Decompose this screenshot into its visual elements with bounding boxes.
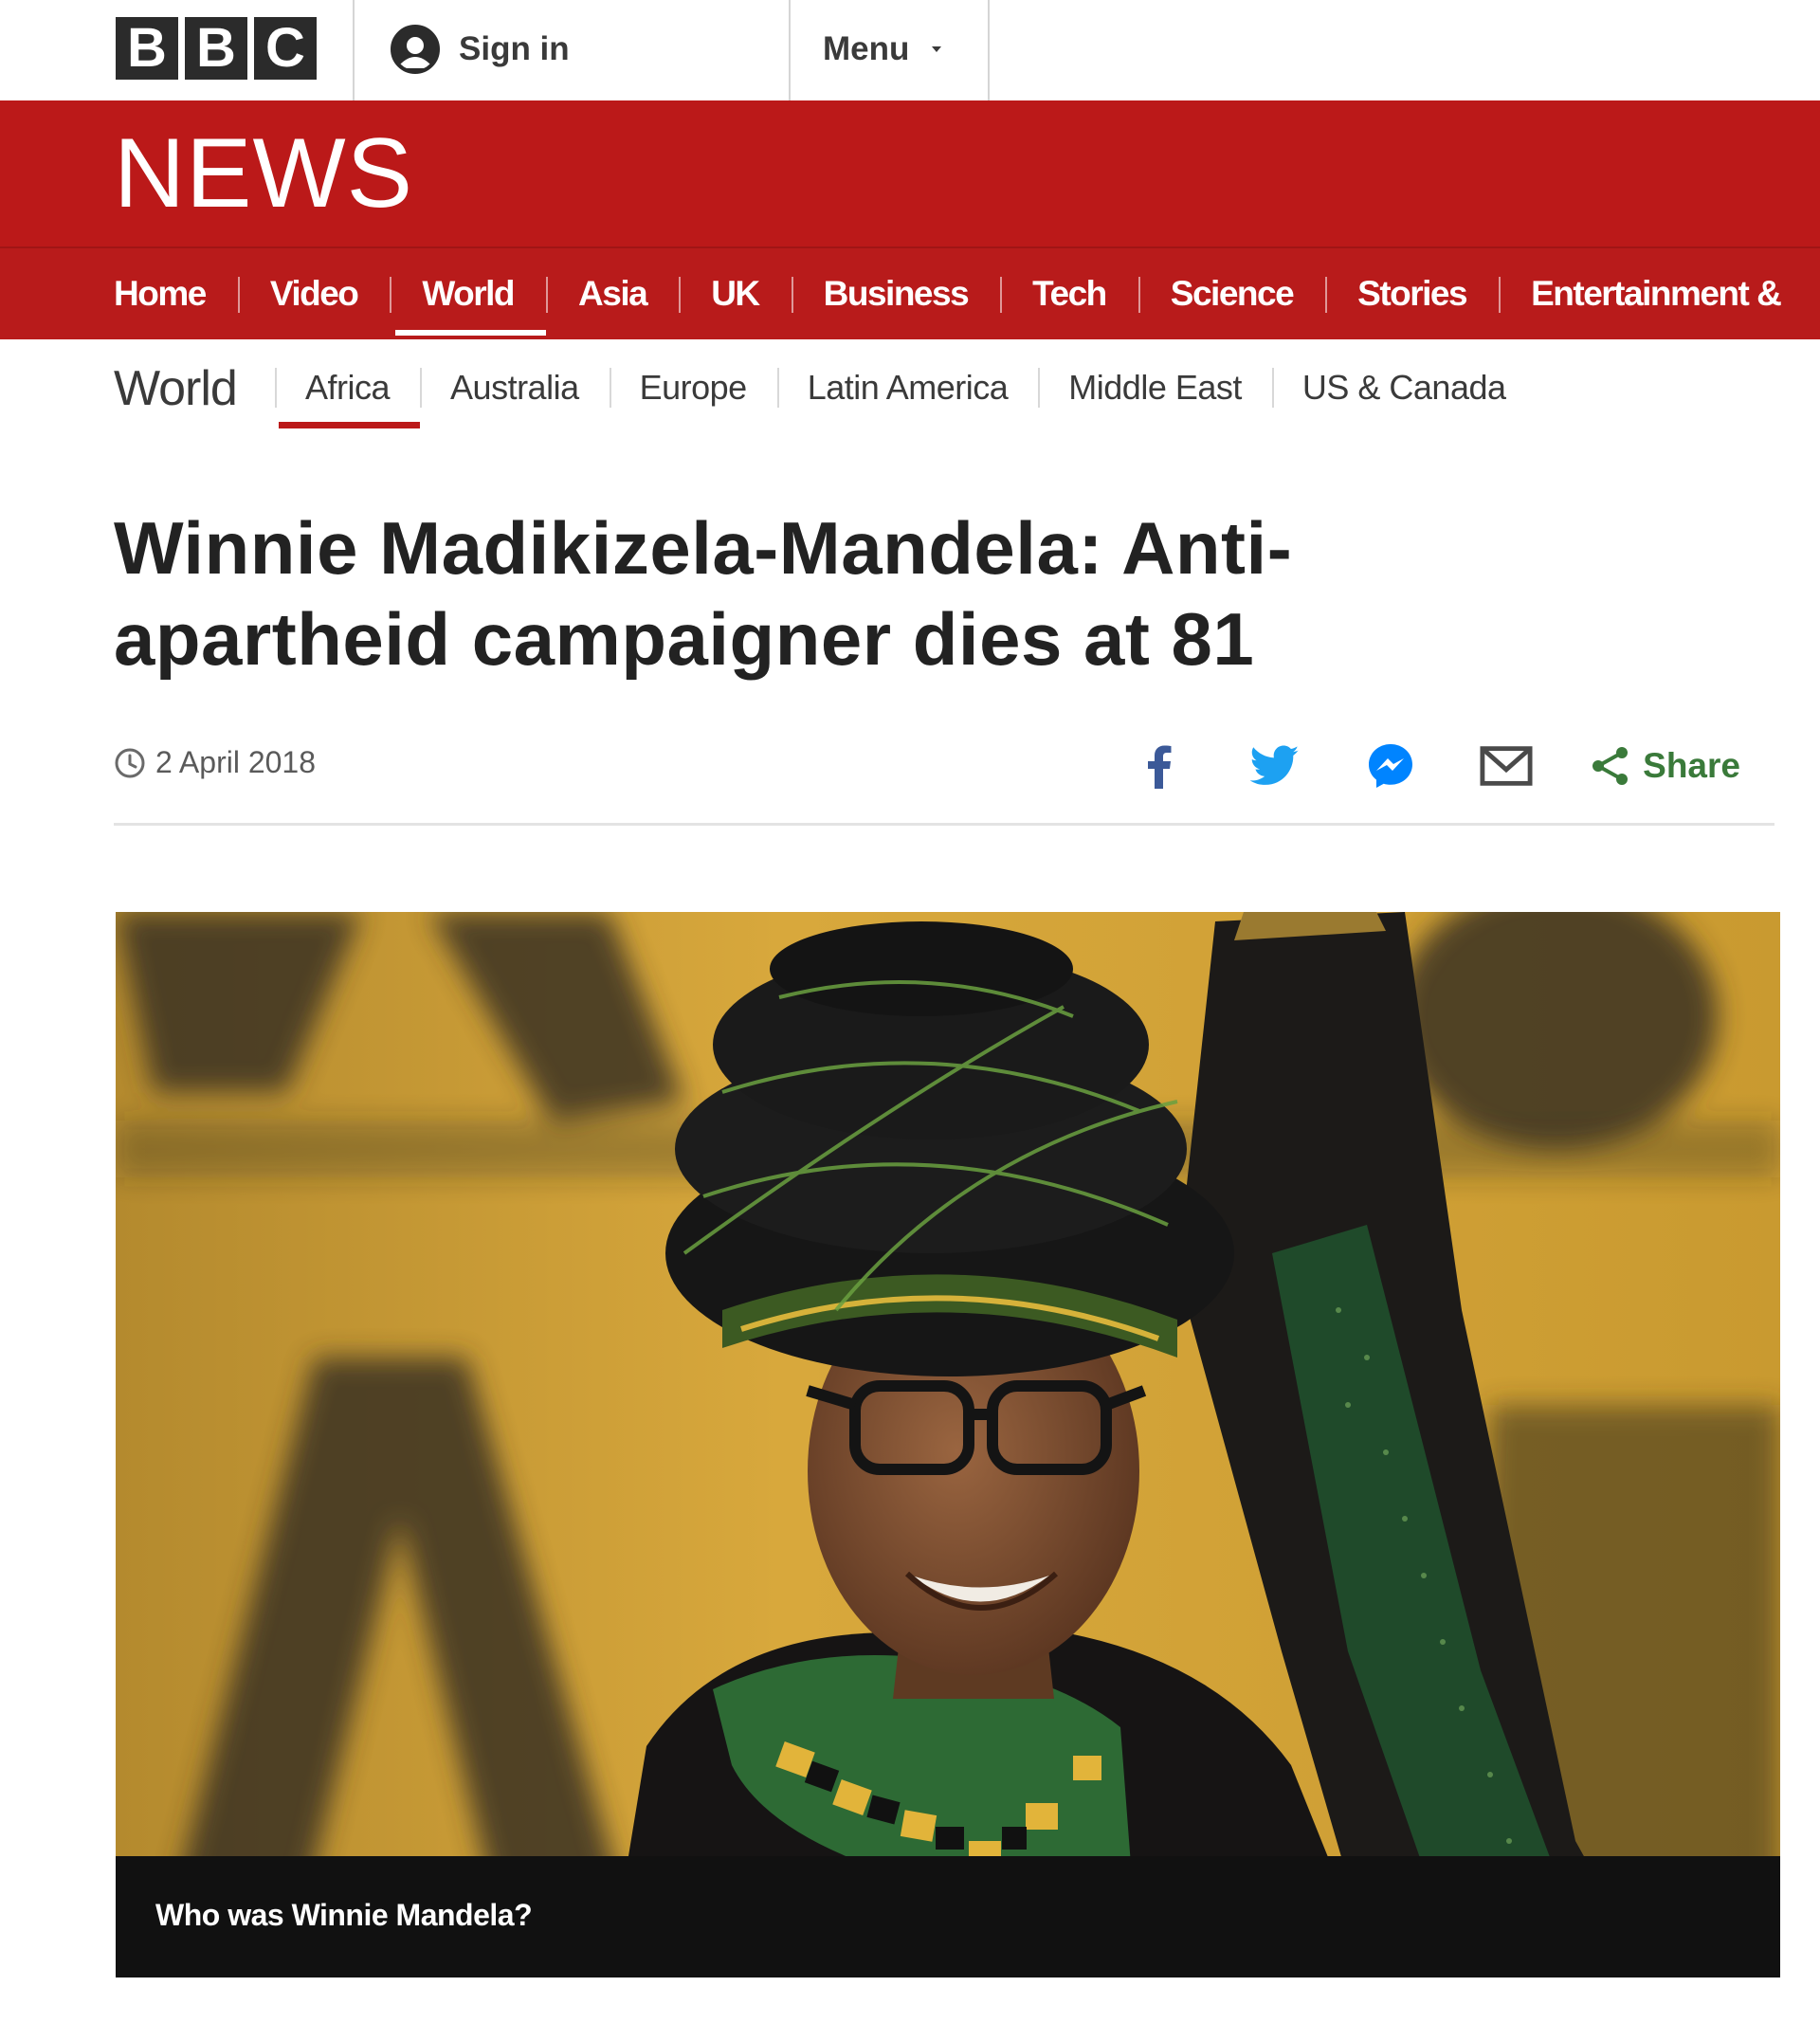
bbc-logo-letter: B [116, 17, 178, 80]
divider [988, 0, 990, 100]
nav-item-video[interactable]: Video [237, 248, 391, 339]
article-photo [116, 912, 1780, 1977]
nav-item-label: Home [114, 274, 207, 313]
nav-item-stories[interactable]: Stories [1325, 248, 1499, 339]
facebook-icon[interactable] [1133, 739, 1186, 793]
bbc-logo-letter: C [254, 17, 317, 80]
email-icon[interactable] [1480, 739, 1533, 793]
video-caption-bar[interactable]: Who was Winnie Mandela? [116, 1856, 1780, 1977]
nav-item-label: Stories [1357, 274, 1467, 313]
nav-item-label: Science [1170, 274, 1295, 313]
primary-navigation: Home Video World Asia UK Business Tech S… [0, 246, 1820, 339]
nav-item-uk[interactable]: UK [679, 248, 791, 339]
clock-icon [115, 748, 145, 777]
bbc-logo-letter: B [185, 17, 247, 80]
subnav-item-middle-east[interactable]: Middle East [1038, 358, 1272, 417]
subnav-item-australia[interactable]: Australia [420, 358, 610, 417]
nav-item-label: Business [823, 274, 970, 313]
subnav-item-europe[interactable]: Europe [609, 358, 777, 417]
nav-item-label: World [422, 274, 515, 313]
menu-button[interactable]: Menu [823, 23, 943, 76]
divider [789, 0, 791, 100]
chevron-down-icon [932, 46, 942, 52]
nav-item-label: Tech [1032, 274, 1107, 313]
nav-item-business[interactable]: Business [791, 248, 1001, 339]
bbc-top-bar: B B C Sign in Menu [0, 0, 1820, 100]
hero-image[interactable]: Who was Winnie Mandela? [116, 912, 1780, 1977]
news-masthead: NEWS [0, 100, 1820, 246]
section-title[interactable]: World [114, 360, 238, 417]
nav-item-tech[interactable]: Tech [1000, 248, 1138, 339]
subnav-item-label: Middle East [1068, 368, 1242, 407]
article-date: 2 April 2018 [114, 745, 316, 780]
nav-item-home[interactable]: Home [114, 248, 238, 339]
nav-item-asia[interactable]: Asia [546, 248, 679, 339]
share-icon [1592, 747, 1629, 785]
nav-item-label: Asia [578, 274, 648, 313]
subnav-item-label: US & Canada [1301, 368, 1506, 407]
image-caption: Who was Winnie Mandela? [155, 1898, 533, 1932]
nav-item-entertainment[interactable]: Entertainment & [1499, 248, 1812, 339]
share-label: Share [1643, 746, 1740, 785]
subnav-item-latin-america[interactable]: Latin America [776, 358, 1039, 417]
subnav-item-africa[interactable]: Africa [275, 358, 421, 428]
subnav-item-label: Africa [305, 368, 391, 407]
nav-item-label: UK [711, 274, 760, 313]
nav-item-science[interactable]: Science [1138, 248, 1325, 339]
share-tools: Share [1070, 739, 1740, 793]
nav-item-world[interactable]: World [390, 248, 546, 339]
divider [114, 823, 1774, 826]
bbc-logo[interactable]: B B C [116, 17, 317, 80]
subnav-item-label: Europe [639, 368, 748, 407]
article-meta: 2 April 2018 Share [114, 739, 1782, 793]
nav-item-label: Video [269, 274, 359, 313]
subnav-item-label: Australia [450, 368, 579, 407]
nav-item-label: Entertainment & [1531, 274, 1782, 313]
date-text: 2 April 2018 [155, 745, 317, 779]
secondary-navigation: World Africa Australia Europe Latin Amer… [0, 339, 1820, 434]
user-avatar-icon [391, 25, 440, 74]
share-button[interactable]: Share [1590, 745, 1740, 787]
messenger-icon[interactable] [1364, 739, 1417, 793]
article-headline: Winnie Madikizela-Mandela: Anti-aparthei… [114, 506, 1293, 681]
subnav-item-label: Latin America [807, 368, 1009, 407]
twitter-icon[interactable] [1248, 739, 1301, 793]
menu-label: Menu [823, 30, 910, 67]
sign-in-link[interactable]: Sign in [391, 23, 570, 76]
news-logo[interactable]: NEWS [114, 121, 413, 226]
divider [353, 0, 355, 100]
sign-in-label: Sign in [459, 30, 570, 67]
subnav-item-us-canada[interactable]: US & Canada [1271, 358, 1537, 417]
